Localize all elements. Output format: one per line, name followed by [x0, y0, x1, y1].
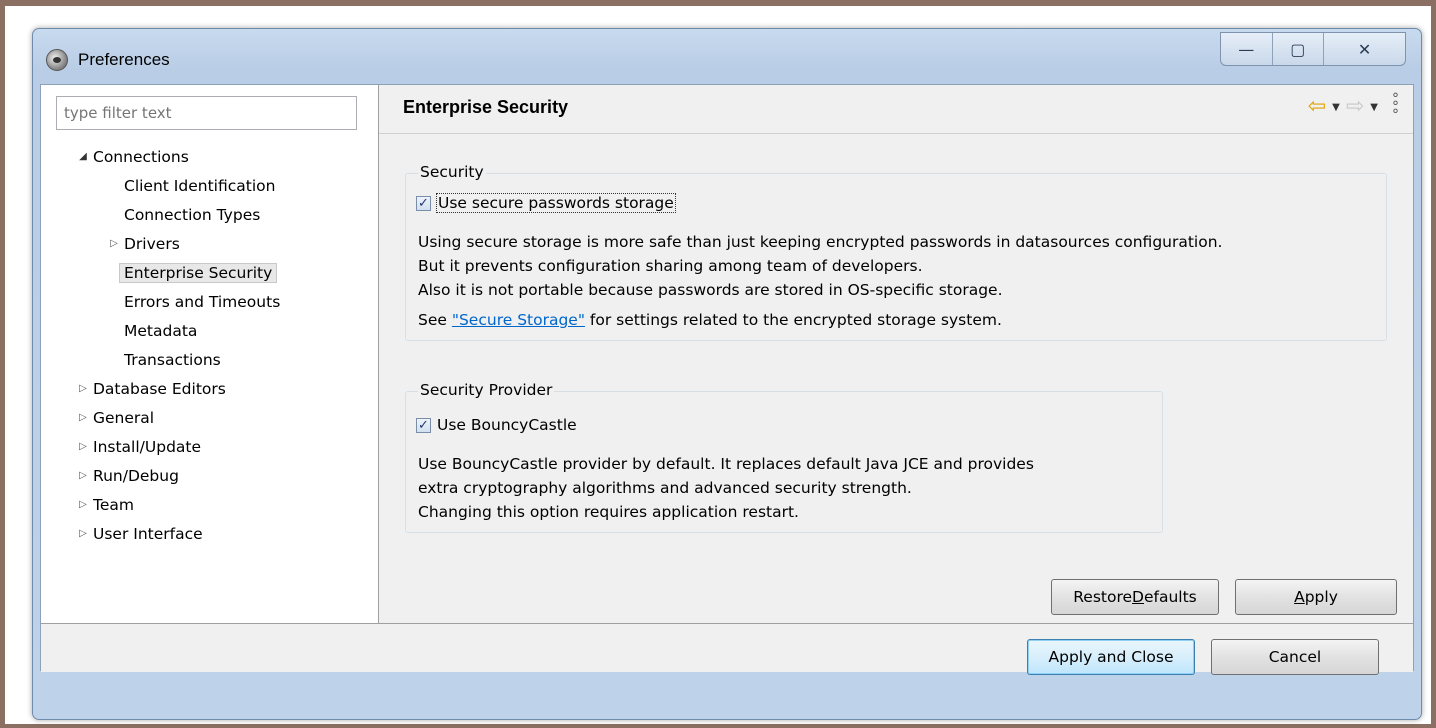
collapsed-triangle-icon[interactable]: ▷ [77, 464, 89, 488]
forward-history-dropdown-icon[interactable]: ▼ [1370, 102, 1378, 113]
app-icon [46, 49, 68, 71]
bouncycastle-checkbox-label[interactable]: Use BouncyCastle [437, 416, 577, 434]
collapsed-triangle-icon[interactable]: ▷ [108, 232, 120, 256]
security-description: Using secure storage is more safe than j… [418, 230, 1222, 332]
security-desc-line-3: Also it is not portable because password… [418, 281, 1003, 299]
bouncycastle-checkbox[interactable]: ✓ [416, 417, 431, 433]
expanded-triangle-icon[interactable]: ◢ [77, 145, 89, 169]
see-suffix: for settings related to the encrypted st… [584, 311, 1002, 329]
tree-item-client-identification[interactable]: Client Identification [124, 174, 275, 198]
tree-item-transactions[interactable]: Transactions [124, 348, 221, 372]
page-title: Enterprise Security [403, 97, 569, 117]
bouncycastle-checkbox-row[interactable]: ✓ Use BouncyCastle [416, 416, 577, 434]
provider-desc-line-1: Use BouncyCastle provider by default. It… [418, 455, 1034, 473]
tree-item-connections[interactable]: ◢ Connections [79, 145, 189, 169]
security-group-legend: Security [418, 163, 486, 181]
restore-defaults-label-pre: Restore [1073, 588, 1133, 606]
collapsed-triangle-icon[interactable]: ▷ [77, 522, 89, 546]
restore-defaults-button[interactable]: Restore Defaults [1051, 579, 1219, 615]
preference-page: Enterprise Security ⇦ ▼ ⇨ ▼ ° ° ° Security… [379, 85, 1413, 623]
security-desc-line-1: Using secure storage is more safe than j… [418, 233, 1223, 251]
security-provider-group-legend: Security Provider [418, 381, 555, 399]
tree-item-user-interface[interactable]: ▷ User Interface [79, 522, 203, 546]
tree-item-errors-and-timeouts[interactable]: Errors and Timeouts [124, 290, 280, 314]
restore-defaults-mnemonic: D [1132, 588, 1144, 606]
tree-item-drivers[interactable]: ▷ Drivers [110, 232, 180, 256]
back-history-dropdown-icon[interactable]: ▼ [1332, 102, 1340, 113]
restore-defaults-label-post: efaults [1143, 588, 1197, 606]
apply-label-post: pply [1304, 588, 1338, 606]
filter-input[interactable] [56, 96, 357, 130]
minimize-button[interactable]: — [1221, 33, 1273, 65]
secure-storage-checkbox-row[interactable]: ✓ Use secure passwords storage [416, 193, 676, 213]
tree-item-connection-types[interactable]: Connection Types [124, 203, 260, 227]
preferences-window: Preferences — ▢ ✕ ◢ Connections Client I… [32, 28, 1422, 720]
security-desc-line-2: But it prevents configuration sharing am… [418, 257, 923, 275]
secure-storage-link[interactable]: "Secure Storage" [452, 311, 585, 329]
close-button[interactable]: ✕ [1324, 33, 1405, 65]
dialog-button-bar: Apply and Close Cancel [41, 623, 1413, 675]
view-menu-icon[interactable]: ° ° ° [1392, 92, 1399, 122]
window-controls: — ▢ ✕ [1220, 32, 1406, 66]
dialog-client-area: ◢ Connections Client Identification Conn… [40, 84, 1414, 675]
preference-tree-pane: ◢ Connections Client Identification Conn… [41, 85, 379, 623]
tree-item-team[interactable]: ▷ Team [79, 493, 134, 517]
apply-mnemonic: A [1294, 588, 1305, 606]
apply-button[interactable]: Apply [1235, 579, 1397, 615]
page-header: Enterprise Security ⇦ ▼ ⇨ ▼ ° ° ° [379, 85, 1413, 134]
tree-item-install-update[interactable]: ▷ Install/Update [79, 435, 201, 459]
screenshot-frame: Preferences — ▢ ✕ ◢ Connections Client I… [5, 6, 1431, 724]
provider-description: Use BouncyCastle provider by default. It… [418, 452, 1034, 524]
secure-storage-checkbox[interactable]: ✓ [416, 195, 431, 211]
tree-item-general[interactable]: ▷ General [79, 406, 154, 430]
page-navigation: ⇦ ▼ ⇨ ▼ ° ° ° [1308, 92, 1399, 122]
provider-desc-line-3: Changing this option requires applicatio… [418, 503, 799, 521]
provider-desc-line-2: extra cryptography algorithms and advanc… [418, 479, 912, 497]
tree-item-run-debug[interactable]: ▷ Run/Debug [79, 464, 179, 488]
maximize-button[interactable]: ▢ [1273, 33, 1325, 65]
tree-item-database-editors[interactable]: ▷ Database Editors [79, 377, 226, 401]
security-provider-group: Security Provider ✓ Use BouncyCastle Use… [405, 381, 1163, 533]
collapsed-triangle-icon[interactable]: ▷ [77, 435, 89, 459]
secure-storage-checkbox-label[interactable]: Use secure passwords storage [436, 193, 676, 213]
collapsed-triangle-icon[interactable]: ▷ [77, 493, 89, 517]
secure-storage-see-line: See "Secure Storage" for settings relate… [418, 308, 1222, 332]
apply-and-close-button[interactable]: Apply and Close [1027, 639, 1195, 675]
security-group: Security ✓ Use secure passwords storage … [405, 163, 1387, 341]
back-arrow-icon[interactable]: ⇦ [1308, 96, 1326, 118]
collapsed-triangle-icon[interactable]: ▷ [77, 377, 89, 401]
tree-item-enterprise-security[interactable]: Enterprise Security [119, 261, 278, 285]
window-title: Preferences [78, 50, 170, 69]
tree-item-metadata[interactable]: Metadata [124, 319, 197, 343]
collapsed-triangle-icon[interactable]: ▷ [77, 406, 89, 430]
cancel-button[interactable]: Cancel [1211, 639, 1379, 675]
see-prefix: See [418, 311, 452, 329]
forward-arrow-icon[interactable]: ⇨ [1346, 96, 1364, 118]
